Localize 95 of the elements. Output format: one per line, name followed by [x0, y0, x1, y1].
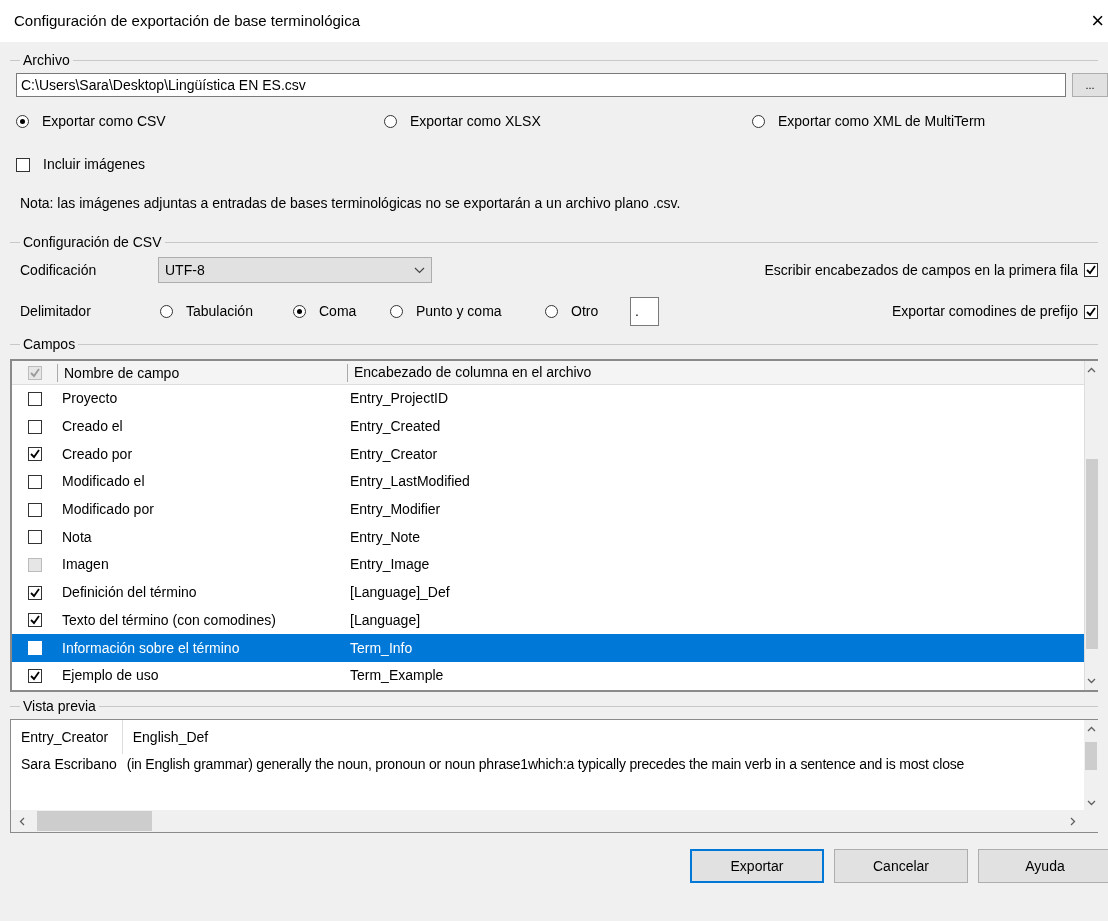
- scroll-thumb[interactable]: [37, 811, 152, 831]
- checkbox[interactable]: [28, 419, 42, 434]
- note-text: Nota: las imágenes adjuntas a entradas de bases terminológicas no se exportarán a un archivo plano .csv.: [19, 194, 682, 213]
- radio-label: Punto y coma: [416, 302, 502, 321]
- table-cell-text: Entry_Note: [350, 527, 421, 547]
- table-row[interactable]: Ejemplo de uso Term_Example: [12, 661, 1084, 690]
- scroll-left-icon[interactable]: [19, 816, 25, 826]
- table-cell-text: Sara Escribano: [20, 755, 118, 774]
- table-cell-text: Creado por: [61, 444, 134, 464]
- table-cell-text: Ejemplo de uso: [61, 666, 160, 686]
- radio-button[interactable]: [390, 305, 403, 318]
- checkbox-label: Escribir encabezados de campos en la primera fila: [764, 260, 1078, 280]
- checkbox[interactable]: [1084, 263, 1098, 277]
- scroll-right-icon[interactable]: [1070, 816, 1076, 826]
- dropdown-value: UTF-8: [165, 260, 205, 280]
- close-button[interactable]: ×: [1091, 10, 1104, 32]
- column-header: English_Def: [131, 728, 210, 747]
- table-cell-text: [Language]: [350, 610, 421, 630]
- vertical-scrollbar[interactable]: [1084, 361, 1098, 690]
- checkbox[interactable]: [28, 391, 42, 406]
- table-cell-text: Entry_Created: [350, 417, 441, 437]
- table-cell-text: Imagen: [61, 555, 110, 575]
- column-header: Entry_Creator: [11, 720, 123, 754]
- dialog-button[interactable]: Exportar: [690, 849, 824, 883]
- checkbox[interactable]: [28, 613, 42, 628]
- scroll-up-icon[interactable]: [1086, 726, 1096, 732]
- table-row[interactable]: Modificado el Entry_LastModified: [12, 468, 1084, 496]
- radio-label: Tabulación: [186, 302, 253, 321]
- browse-button[interactable]: ...: [1072, 73, 1108, 97]
- scroll-thumb[interactable]: [1085, 459, 1098, 649]
- column-header[interactable]: Encabezado de columna en el archivo: [348, 362, 592, 383]
- table-row[interactable]: Definición del término [Language]_Def: [12, 578, 1084, 607]
- checkbox-label: Incluir imágenes: [43, 155, 145, 174]
- scroll-down-icon[interactable]: [1087, 678, 1096, 684]
- radio-button[interactable]: [160, 305, 173, 318]
- radio-label: Exportar como XLSX: [410, 112, 541, 131]
- other-delimiter-field[interactable]: .: [630, 297, 659, 326]
- encoding-dropdown[interactable]: UTF-8: [158, 257, 432, 283]
- table-cell-text: Proyecto: [61, 389, 119, 409]
- radio-button[interactable]: [16, 115, 29, 128]
- table-cell-text: Entry_Image: [350, 555, 430, 575]
- table-cell-text: Nota: [61, 527, 93, 547]
- scroll-down-icon[interactable]: [1086, 800, 1096, 806]
- field-label: Delimitador: [20, 302, 92, 321]
- dialog-button[interactable]: Ayuda: [978, 849, 1108, 883]
- group-label: Vista previa: [20, 697, 99, 715]
- group-label: Configuración de CSV: [20, 233, 165, 251]
- table-cell-text: Term_Example: [350, 666, 444, 686]
- checkbox[interactable]: [16, 157, 30, 172]
- horizontal-scrollbar[interactable]: [11, 810, 1098, 832]
- radio-button[interactable]: [384, 115, 397, 128]
- checkbox[interactable]: [28, 447, 42, 462]
- table-row[interactable]: Nota Entry_Note: [12, 523, 1084, 552]
- column-header[interactable]: Nombre de campo: [58, 363, 348, 382]
- radio-label: Exportar como CSV: [42, 112, 166, 131]
- table-cell-text: Entry_ProjectID: [350, 389, 449, 409]
- checkbox[interactable]: [28, 668, 42, 683]
- radio-label: Coma: [319, 302, 357, 321]
- radio-label: Otro: [571, 302, 599, 321]
- table-cell-text: Entry_Creator: [350, 444, 438, 464]
- checkbox[interactable]: [28, 585, 42, 600]
- checkbox[interactable]: [28, 530, 42, 545]
- table-row[interactable]: Información sobre el término Term_Info: [12, 634, 1084, 662]
- radio-button[interactable]: [545, 305, 558, 318]
- table-row[interactable]: Modificado por Entry_Modifier: [12, 495, 1084, 524]
- field-label: Codificación: [20, 260, 98, 280]
- checkbox[interactable]: [28, 502, 42, 517]
- table-row[interactable]: Creado por Entry_Creator: [12, 440, 1084, 469]
- scroll-up-icon[interactable]: [1087, 367, 1096, 373]
- table-cell-text: Entry_LastModified: [350, 472, 470, 492]
- table-row[interactable]: Texto del término (con comodines) [Language]: [12, 606, 1084, 635]
- checkbox-label: Exportar comodines de prefijo: [892, 302, 1078, 321]
- radio-label: Exportar como XML de MultiTerm: [778, 112, 986, 131]
- table-row[interactable]: Proyecto Entry_ProjectID: [12, 385, 1084, 413]
- table-cell-text: Creado el: [61, 417, 124, 437]
- table-cell-text: (in English grammar) generally the noun, pronoun or noun phrase1which:a typically precedes the main verb in a sentence and is most close: [125, 755, 965, 774]
- table-cell-text: Modificado el: [61, 472, 146, 492]
- scroll-thumb[interactable]: [1085, 742, 1097, 770]
- table-cell-text: Entry_Modifier: [350, 500, 441, 520]
- table-cell-text: Definición del término: [61, 583, 198, 603]
- table-row[interactable]: Creado el Entry_Created: [12, 412, 1084, 441]
- radio-button[interactable]: [293, 305, 306, 318]
- checkbox[interactable]: [1084, 304, 1098, 319]
- table-cell-text: Modificado por: [61, 500, 155, 520]
- checkbox[interactable]: [27, 365, 42, 380]
- table-cell-text: Texto del término (con comodines): [61, 610, 277, 630]
- checkbox[interactable]: [28, 474, 42, 489]
- path-field[interactable]: C:\Users\Sara\Desktop\Lingüística EN ES.csv: [16, 73, 1066, 97]
- table-cell-text: [Language]_Def: [350, 583, 450, 603]
- dialog-button[interactable]: Cancelar: [834, 849, 968, 883]
- window-title: Configuración de exportación de base terminológica: [14, 10, 361, 31]
- table-cell-text: Información sobre el término: [61, 638, 241, 658]
- radio-button[interactable]: [752, 115, 765, 128]
- chevron-icon: [414, 266, 425, 274]
- table-cell-text: Term_Info: [350, 638, 413, 658]
